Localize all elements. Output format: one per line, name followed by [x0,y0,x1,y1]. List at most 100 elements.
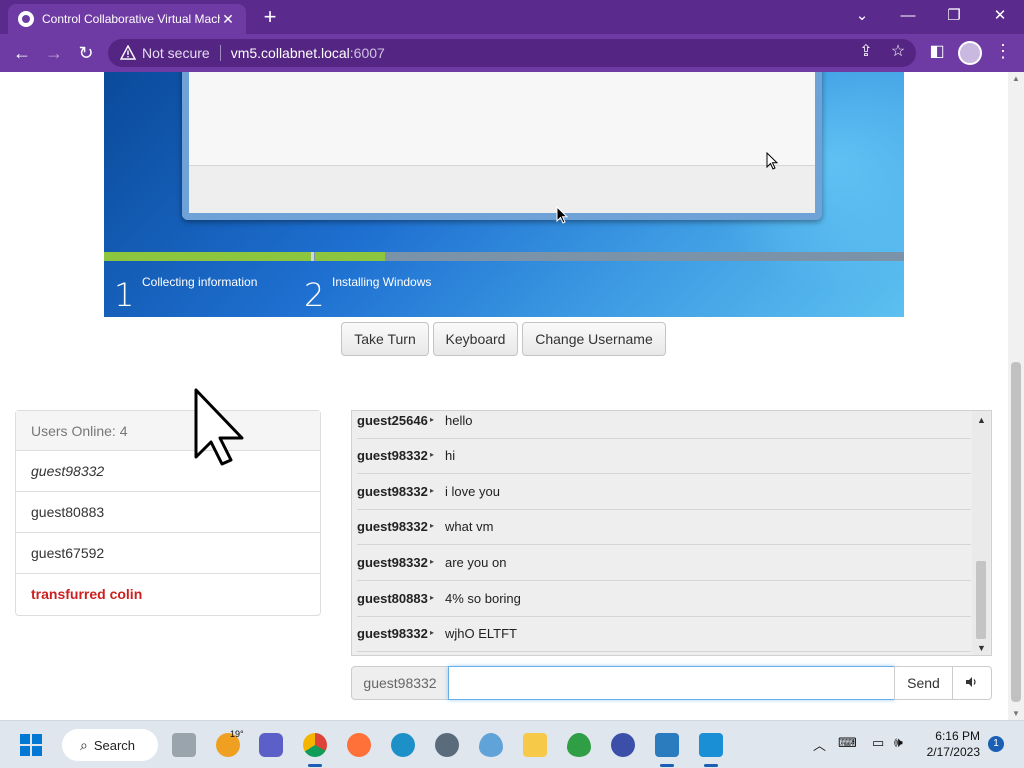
tab-title: Control Collaborative Virtual Machines [42,12,220,26]
chat-text: 4% so boring [445,591,521,606]
chrome-icon[interactable] [303,733,327,757]
chat-text: i love you [445,484,500,499]
tab-close-icon[interactable]: ✕ [220,11,236,28]
remote-app-active-indicator [704,764,718,767]
chrome-active-indicator [308,764,322,767]
volume-icon [966,677,976,687]
firefox-icon[interactable] [347,733,371,757]
close-window-button[interactable]: ✕ [980,3,1020,29]
volume-button[interactable] [952,666,992,700]
install-progress-bar [104,252,904,261]
setup-step-number: 1 [114,276,135,314]
tray-chevron-icon[interactable]: ︿ [813,735,826,754]
side-panel-icon[interactable]: ◧ [926,41,948,61]
restore-button[interactable]: ❐ [934,3,974,29]
chat-text: what vm [445,519,494,534]
users-online-panel: Users Online: 4 guest98332 guest80883 gu… [15,410,321,616]
chat-log[interactable]: guest25646 ▸ hello guest98332 ▸ hi guest… [351,410,992,656]
reload-button[interactable]: ↻ [74,41,98,65]
chat-arrow-icon: ▸ [430,521,435,530]
url-port: :6007 [349,45,385,61]
user-list-item[interactable]: guest98332 [16,451,320,492]
browser-menu-icon[interactable]: ⋮ [993,41,1013,62]
browser-tab[interactable]: Control Collaborative Virtual Machines ✕ [8,4,246,34]
change-username-button[interactable]: Change Username [522,322,666,356]
virus-app-icon[interactable] [611,733,635,757]
chat-arrow-icon: ▸ [430,593,435,602]
chat-username[interactable]: guest98332 [357,555,428,570]
clock-time[interactable]: 6:16 PM [912,729,980,743]
chat-username[interactable]: guest25646 [357,413,428,428]
chat-username[interactable]: guest98332 [357,626,428,641]
chat-text: hello [445,413,473,428]
user-list-item[interactable]: guest67592 [16,533,320,574]
address-bar-row: ← → ↻ Not secure vm5.collabnet.local :60… [0,34,1024,72]
windows-start-icon[interactable] [20,734,42,756]
setup-step-label: Installing Windows [332,275,432,289]
chat-text: wjhO ELTFT [445,626,517,641]
share-icon[interactable]: ⇪ [855,41,877,61]
clock-date[interactable]: 2/17/2023 [912,745,980,759]
chat-message: guest80883 ▸ 4% so boring [357,581,971,617]
url-separator [219,45,221,61]
user-list-item[interactable]: guest80883 [16,492,320,533]
chat-message: guest98332 ▸ are you on [357,545,971,581]
chat-message-input[interactable] [448,666,895,700]
chat-username[interactable]: guest98332 [357,448,428,463]
setup-window-footer [189,165,815,213]
back-button[interactable]: ← [10,41,34,65]
url-bar[interactable]: Not secure vm5.collabnet.local :6007 [108,39,916,67]
new-tab-button[interactable]: + [258,5,282,29]
task-manager-icon[interactable] [655,733,679,757]
chat-username[interactable]: guest98332 [357,519,428,534]
chat-username[interactable]: guest98332 [357,484,428,499]
remote-cursor-icon [556,206,569,224]
keyboard-tray-icon[interactable]: ⌨ [838,735,857,751]
keyboard-button[interactable]: Keyboard [433,322,518,356]
speaker-icon[interactable]: 🕪 [894,734,903,751]
page-scrollbar[interactable]: ▲ ▼ [1008,72,1024,720]
scroll-down-arrow-icon[interactable]: ▼ [1012,709,1020,718]
green-drop-app-icon[interactable] [567,733,591,757]
vm-screen[interactable]: 1 Collecting information 2 Installing Wi… [104,72,904,317]
browser-titlebar: Control Collaborative Virtual Machines ✕… [0,0,1024,34]
scroll-down-arrow-icon[interactable]: ▼ [977,643,986,653]
tab-search-chevron-icon[interactable]: ⌄ [842,3,882,29]
chat-scrollbar[interactable]: ▲ ▼ [972,411,990,655]
chat-arrow-icon: ▸ [430,557,435,566]
scroll-up-arrow-icon[interactable]: ▲ [977,415,986,425]
send-button[interactable]: Send [894,666,953,700]
minimize-button[interactable]: — [888,3,928,29]
progress-step1-fill [104,252,311,261]
scroll-up-arrow-icon[interactable]: ▲ [1012,74,1020,83]
notification-badge[interactable]: 1 [988,736,1004,752]
network-icon[interactable]: ▭ [872,735,884,751]
chat-message: guest98332 ▸ i love you [357,474,971,510]
file-explorer-icon[interactable] [523,733,547,757]
chat-input-group: guest98332 Send [351,666,992,700]
chat-message: guest98332 ▸ what vm [357,509,971,545]
remote-app-icon[interactable] [699,733,723,757]
chat-message: guest25646 ▸ hello [357,411,971,439]
user-list-item[interactable]: transfurred colin [16,574,320,615]
task-view-icon[interactable] [172,733,196,757]
chat-arrow-icon: ▸ [430,628,435,637]
chat-text: are you on [445,555,507,570]
url-host: vm5.collabnet.local [230,45,350,61]
bookmark-star-icon[interactable]: ☆ [887,41,909,61]
progress-divider [311,252,314,261]
chat-scroll-thumb[interactable] [976,561,986,639]
task-manager-active-indicator [660,764,674,767]
teams-chat-icon[interactable] [259,733,283,757]
search-icon: ⌕ [80,736,88,753]
forward-button[interactable]: → [42,41,66,65]
page-scroll-thumb[interactable] [1011,362,1021,702]
taskbar-search[interactable]: ⌕ Search [62,729,158,761]
edge-icon[interactable] [391,733,415,757]
droplet-app-icon[interactable] [479,733,503,757]
profile-avatar[interactable] [958,41,982,65]
chat-username[interactable]: guest80883 [357,591,428,606]
take-turn-button[interactable]: Take Turn [341,322,429,356]
site-favicon-icon [18,11,34,27]
settings-gear-icon[interactable] [435,733,459,757]
